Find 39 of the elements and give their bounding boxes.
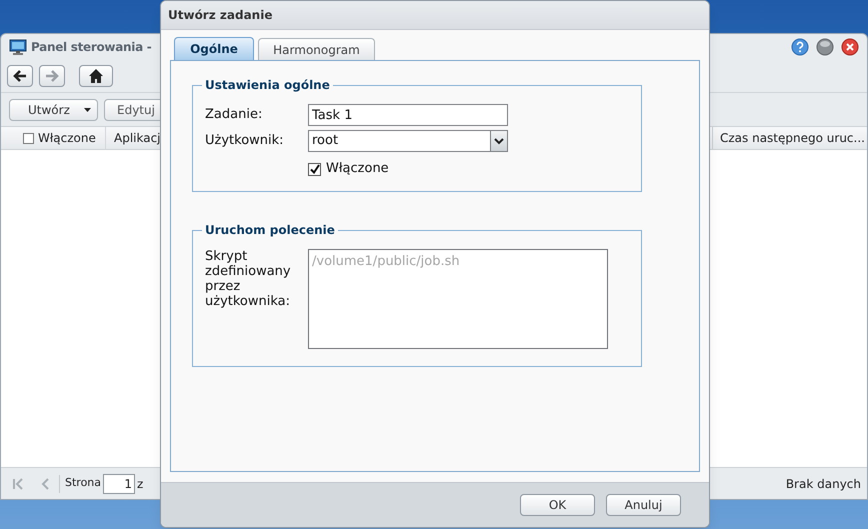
- create-button[interactable]: Utwórz: [9, 98, 98, 120]
- tab[interactable]: Ogólne: [174, 37, 254, 60]
- page-of-label: z: [137, 476, 144, 492]
- column-header[interactable]: Włączone: [38, 129, 96, 147]
- checkmark-icon: [310, 164, 320, 174]
- task-name-field[interactable]: Task 1: [308, 104, 508, 126]
- script-field[interactable]: /volume1/public/job.sh: [308, 249, 608, 349]
- dialog-button[interactable]: Anuluj: [606, 494, 681, 516]
- column-header[interactable]: Aplikacj: [114, 129, 161, 147]
- close-icon: [841, 38, 859, 56]
- first-page-icon: [11, 476, 25, 490]
- home-icon: [88, 68, 104, 84]
- group-title: Uruchom polecenie: [202, 222, 338, 238]
- back-button[interactable]: [7, 65, 33, 87]
- tab[interactable]: Harmonogram: [258, 38, 375, 60]
- left-arrow-icon: [12, 68, 28, 84]
- chevron-down-icon: [494, 138, 504, 144]
- help-icon: [791, 38, 809, 56]
- checkbox[interactable]: [23, 132, 34, 144]
- status-text: Brak danych: [786, 476, 861, 492]
- dialog-button[interactable]: OK: [520, 494, 595, 516]
- monitor-icon: [9, 39, 27, 55]
- page-label: Strona: [65, 475, 102, 492]
- column-header[interactable]: Czas następnego uruc...: [720, 129, 865, 147]
- user-dropdown[interactable]: root: [308, 130, 508, 152]
- right-arrow-icon: [44, 68, 60, 84]
- dialog-title: Utwórz zadanie: [168, 7, 272, 24]
- field-label: Użytkownik:: [205, 132, 285, 150]
- page-field[interactable]: 1: [103, 474, 136, 494]
- window-title: Panel sterowania -: [31, 39, 152, 56]
- field-label: Zadanie:: [205, 106, 264, 124]
- home-button[interactable]: [79, 65, 113, 87]
- minimize-icon: [816, 38, 834, 56]
- caret-icon: [84, 108, 91, 112]
- checkbox-label: Włączone: [326, 160, 389, 178]
- field-label: Skrypt zdefiniowany przez użytkownika:: [205, 249, 292, 311]
- group-title: Ustawienia ogólne: [202, 77, 333, 93]
- checkbox[interactable]: [308, 162, 321, 176]
- previous-page-icon: [39, 476, 51, 490]
